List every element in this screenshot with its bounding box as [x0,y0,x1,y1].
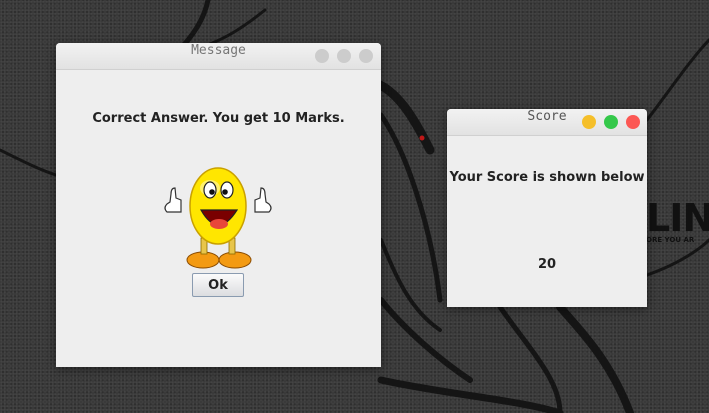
message-titlebar[interactable]: Message [56,43,381,70]
wallpaper-brand: LIN ORE YOU AR [646,196,709,248]
smiley-thumbs-up-icon [164,167,272,269]
close-button[interactable] [626,115,640,129]
minimize-button[interactable] [315,49,329,63]
close-button[interactable] [359,49,373,63]
score-heading: Your Score is shown below [449,170,645,185]
message-window: Message Correct Answer. You get 10 Marks… [56,43,381,367]
message-window-title: Message [191,43,246,58]
score-titlebar[interactable]: Score [447,109,647,136]
ok-button[interactable]: Ok [192,273,244,297]
maximize-button[interactable] [337,49,351,63]
maximize-button[interactable] [604,115,618,129]
message-text: Correct Answer. You get 10 Marks. [92,111,345,126]
score-window: Score Your Score is shown below 20 [447,109,647,307]
wallpaper-brand-text: LIN [646,196,709,240]
wallpaper-brand-tagline: ORE YOU AR [646,236,695,244]
score-value: 20 [537,257,557,272]
minimize-button[interactable] [582,115,596,129]
